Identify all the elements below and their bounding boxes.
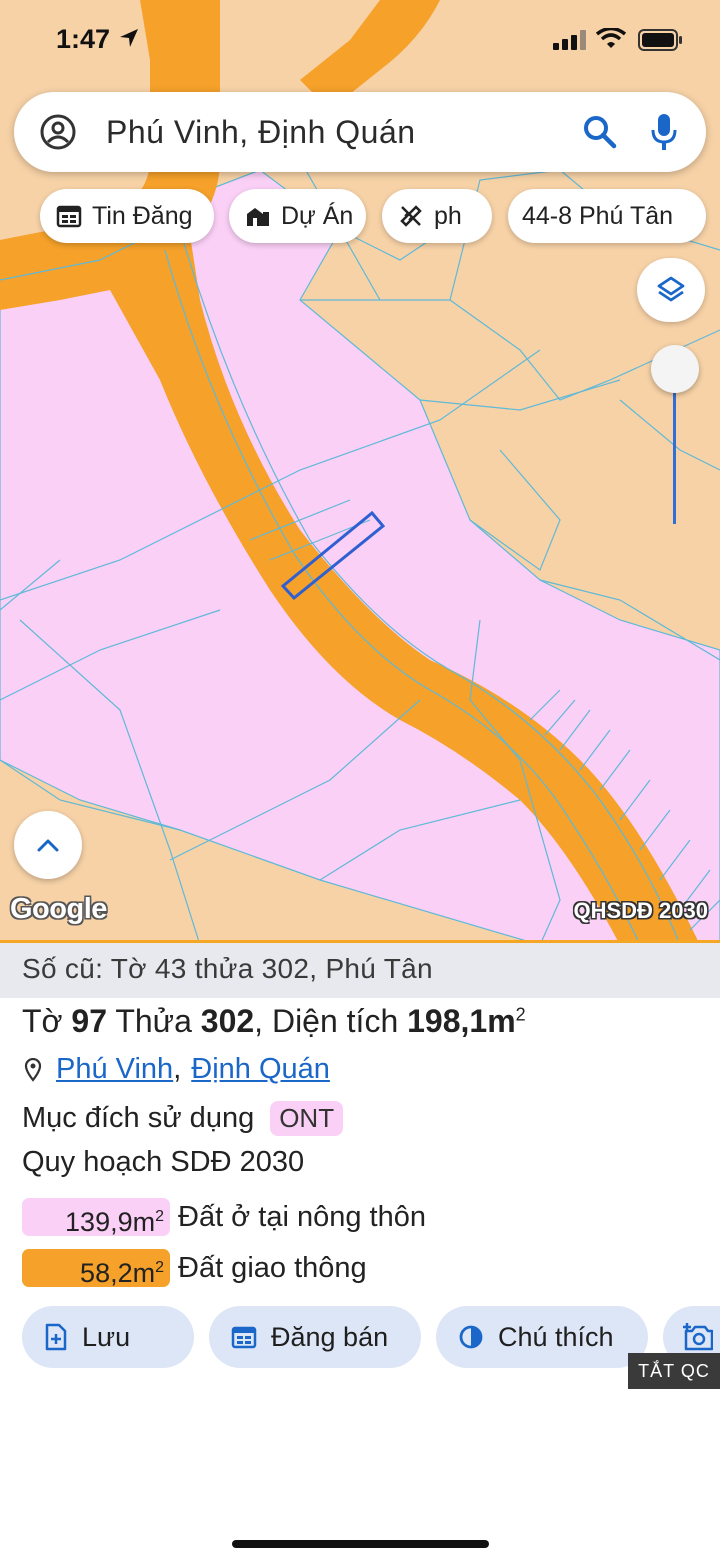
to-label: Tờ <box>22 1003 63 1039</box>
post-sale-label: Đăng bán <box>271 1321 389 1352</box>
chip-label: Tin Đăng <box>92 201 193 230</box>
signal-icon <box>553 30 586 50</box>
layers-button[interactable] <box>637 258 705 322</box>
battery-icon <box>638 29 682 51</box>
purpose-label: Mục đích sử dụng <box>22 1102 255 1134</box>
chip-ph[interactable]: ph <box>382 189 492 243</box>
legend-button[interactable]: Chú thích <box>436 1306 648 1368</box>
area-label: , Diện tích <box>254 1003 399 1039</box>
home-indicator[interactable] <box>232 1540 489 1548</box>
thua-value: 302 <box>200 1003 255 1039</box>
chip-label: ph <box>434 201 462 230</box>
search-bar[interactable]: Phú Vinh, Định Quán <box>14 92 706 172</box>
address-line: Phú Vinh, Định Quán <box>22 1053 330 1086</box>
location-pin-icon <box>24 1057 42 1082</box>
purpose-code-badge: ONT <box>270 1101 344 1136</box>
status-bar: 1:47 <box>0 0 720 80</box>
thua-label: Thửa <box>115 1003 192 1039</box>
chip-label: Dự Án <box>281 201 354 230</box>
old-reference-bar: Số cũ: Tờ 43 thửa 302, Phú Tân <box>0 943 720 998</box>
wifi-icon <box>596 28 626 48</box>
zone-row-transport: 58,2m2 Đất giao thông <box>22 1249 367 1288</box>
chevron-up-icon <box>37 839 59 852</box>
map-layer-label: QHSDĐ 2030 <box>573 898 708 923</box>
land-purpose-row: Mục đích sử dụng ONT <box>22 1101 344 1136</box>
chip-44-8-phu-tan[interactable]: 44-8 Phú Tân <box>508 189 706 243</box>
chip-du-an[interactable]: Dự Án <box>229 189 366 243</box>
search-input[interactable]: Phú Vinh, Định Quán <box>106 114 416 151</box>
save-label: Lưu <box>82 1321 131 1352</box>
plan-label: Quy hoạch SDĐ 2030 <box>22 1146 305 1178</box>
hide-ads-button[interactable]: TẮT QC <box>628 1353 720 1389</box>
post-sale-button[interactable]: Đăng bán <box>209 1306 421 1368</box>
ward-link[interactable]: Phú Vinh <box>56 1053 173 1086</box>
district-link[interactable]: Định Quán <box>191 1053 330 1086</box>
area-value: 198,1m <box>407 1003 516 1039</box>
contrast-icon <box>458 1324 484 1350</box>
area-unit-sup: 2 <box>515 1004 526 1025</box>
zone-area: 58,2m2 <box>22 1249 170 1288</box>
expand-up-button[interactable] <box>14 811 82 879</box>
chip-tin-dang[interactable]: Tin Đăng <box>40 189 214 243</box>
zone-label: Đất ở tại nông thôn <box>178 1200 426 1233</box>
calendar-icon <box>231 1325 257 1349</box>
to-value: 97 <box>71 1003 108 1039</box>
ruler-pencil-icon <box>398 203 424 229</box>
opacity-slider-knob[interactable] <box>651 345 699 393</box>
camera-add-icon <box>683 1323 713 1351</box>
zone-area: 139,9m2 <box>22 1198 170 1237</box>
old-reference-text: Số cũ: Tờ 43 thửa 302, Phú Tân <box>22 953 433 984</box>
chip-label: 44-8 Phú Tân <box>522 201 674 230</box>
status-time: 1:47 <box>56 24 111 54</box>
building-icon <box>245 204 271 228</box>
parcel-info-sheet: Số cũ: Tờ 43 thửa 302, Phú Tân Tờ 97 Thử… <box>0 940 720 1562</box>
legend-label: Chú thích <box>498 1321 614 1352</box>
add-document-icon <box>44 1323 68 1351</box>
zone-row-residential: 139,9m2 Đất ở tại nông thôn <box>22 1198 426 1237</box>
calendar-icon <box>56 204 82 228</box>
save-button[interactable]: Lưu <box>22 1306 194 1368</box>
parcel-title: Tờ 97 Thửa 302, Diện tích 198,1m2 <box>22 1003 526 1040</box>
opacity-slider-track[interactable] <box>673 392 676 524</box>
search-icon[interactable] <box>582 114 618 150</box>
location-arrow-icon <box>120 29 138 47</box>
layers-icon <box>657 276 685 302</box>
zone-label: Đất giao thông <box>178 1251 367 1284</box>
google-logo: Google <box>10 893 107 925</box>
account-icon[interactable] <box>38 112 78 152</box>
microphone-icon[interactable] <box>650 112 678 152</box>
